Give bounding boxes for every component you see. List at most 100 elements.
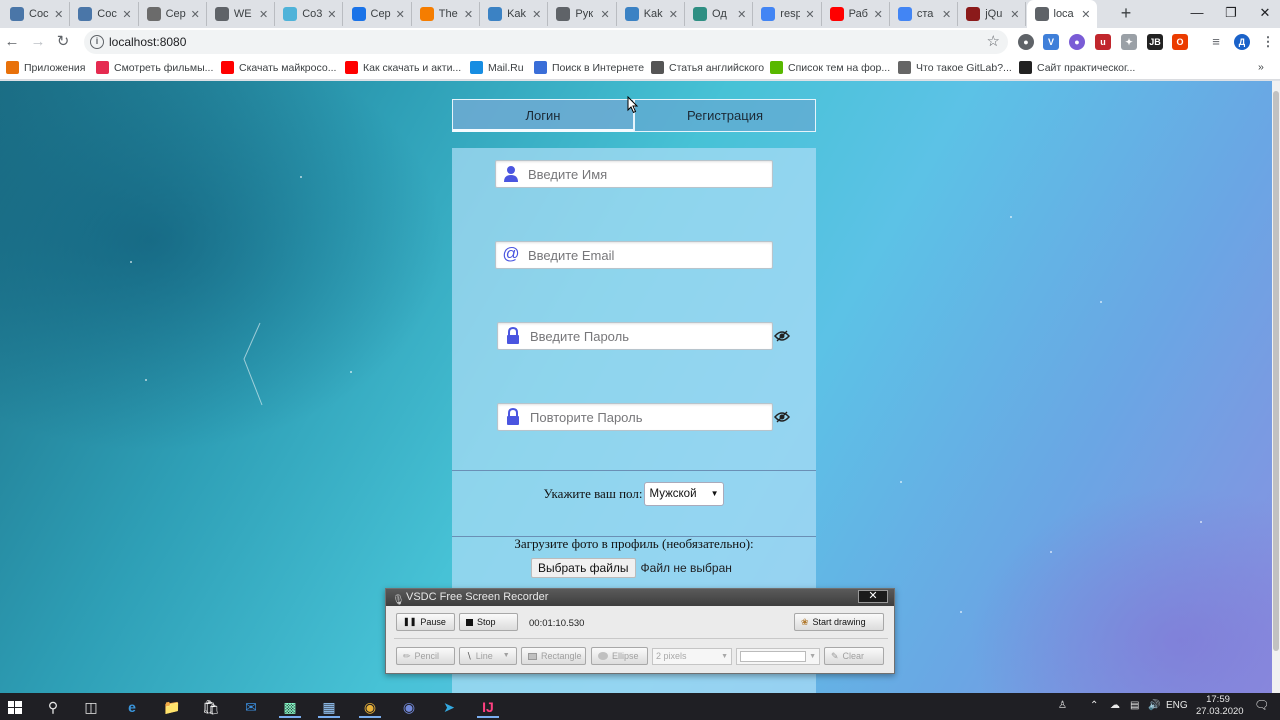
reload-button[interactable]: ↻	[53, 32, 73, 52]
ublock-icon[interactable]: u	[1095, 34, 1111, 50]
eye-toggle-icon[interactable]	[774, 411, 790, 423]
notifications-icon[interactable]: 🗨	[1254, 698, 1269, 712]
store-icon[interactable]: 🛍	[200, 696, 222, 718]
search-icon[interactable]: ⚲	[42, 696, 64, 718]
profile-avatar[interactable]: Д	[1234, 34, 1250, 50]
browser-tab[interactable]: Coc ✕	[70, 2, 139, 26]
close-tab-icon[interactable]: ✕	[532, 8, 541, 21]
telegram-icon[interactable]: ➤	[438, 696, 460, 718]
browser-tab[interactable]: Од ✕	[685, 2, 754, 26]
kebab-menu-icon[interactable]: ⋮	[1260, 34, 1276, 50]
pencil-button[interactable]: ✏ Pencil	[396, 647, 455, 665]
close-tab-icon[interactable]: ✕	[396, 8, 405, 21]
eye-toggle-icon[interactable]	[774, 330, 790, 342]
url-text[interactable]: localhost:8080	[109, 35, 186, 49]
email-input[interactable]	[528, 245, 764, 266]
ellipse-button[interactable]: Ellipse	[591, 647, 648, 665]
bookmark-item[interactable]: Поиск в Интернете	[534, 61, 644, 74]
clock[interactable]: 17:59 27.03.2020	[1196, 694, 1244, 718]
close-tab-icon[interactable]: ✕	[1010, 8, 1019, 21]
jetbrains-icon[interactable]: JB	[1147, 34, 1163, 50]
globe-extension-icon[interactable]: ●	[1018, 34, 1034, 50]
browser-tab[interactable]: Cep ✕	[344, 2, 412, 26]
clear-button[interactable]: ✎ Clear	[824, 647, 884, 665]
browser-tab[interactable]: jQu ✕	[958, 2, 1027, 26]
browser-tab[interactable]: loca ✕	[1026, 0, 1097, 28]
puzzle-extension-icon[interactable]: ✦	[1121, 34, 1137, 50]
recorder-app-icon[interactable]: ▦	[318, 696, 340, 718]
browser-tab[interactable]: WE ✕	[207, 2, 276, 26]
browser-tab[interactable]: Раб ✕	[822, 2, 890, 26]
line-button[interactable]: ∖ Line ▼	[459, 647, 517, 665]
rectangle-button[interactable]: Rectangle	[521, 647, 586, 665]
close-tab-icon[interactable]: ✕	[54, 8, 63, 21]
language-indicator[interactable]: ENG	[1166, 700, 1188, 711]
close-tab-icon[interactable]: ✕	[805, 8, 814, 21]
site-info-icon[interactable]: i	[90, 35, 104, 49]
bookmark-item[interactable]: Список тем на фор...	[770, 61, 890, 74]
name-input[interactable]	[528, 164, 764, 185]
close-tab-icon[interactable]: ✕	[327, 8, 336, 21]
close-tab-icon[interactable]: ✕	[191, 8, 200, 21]
close-window-button[interactable]: ✕	[1242, 0, 1280, 28]
recorder-titlebar[interactable]: 🎙 VSDC Free Screen Recorder ✕	[386, 589, 894, 606]
pause-button[interactable]: ❚❚ Pause	[396, 613, 455, 631]
task-view-icon[interactable]: ◫	[80, 696, 102, 718]
start-drawing-button[interactable]: ❀ Start drawing	[794, 613, 884, 631]
close-tab-icon[interactable]: ✕	[600, 8, 609, 21]
bookmark-item[interactable]: Скачать майкросо...	[221, 61, 336, 74]
browser-tab[interactable]: Рук ✕	[548, 2, 617, 26]
bookmark-item[interactable]: Mail.Ru	[470, 61, 524, 74]
new-tab-button[interactable]: +	[1116, 3, 1136, 24]
more-bookmarks-icon[interactable]: »	[1258, 61, 1264, 73]
close-tab-icon[interactable]: ✕	[942, 8, 951, 21]
stop-button[interactable]: Stop	[459, 613, 518, 631]
close-tab-icon[interactable]: ✕	[669, 8, 678, 21]
people-icon[interactable]: ♙	[1058, 700, 1067, 711]
mail-icon[interactable]: ✉	[240, 696, 262, 718]
browser-tab[interactable]: Kak ✕	[617, 2, 685, 26]
color-select[interactable]: ▼	[736, 648, 820, 665]
gender-select[interactable]: Мужской ▼	[644, 482, 725, 506]
browser-tab[interactable]: Kak ✕	[480, 2, 549, 26]
bookmark-item[interactable]: Сайт практическог...	[1019, 61, 1135, 74]
back-button[interactable]: ←	[2, 32, 22, 52]
close-tab-icon[interactable]: ✕	[259, 8, 268, 21]
terminal-app-icon[interactable]: ▩	[279, 696, 301, 718]
tab-register[interactable]: Регистрация	[634, 99, 816, 132]
close-tab-icon[interactable]: ✕	[1081, 8, 1090, 21]
file-explorer-icon[interactable]: 📁	[161, 696, 183, 718]
chevron-up-icon[interactable]: ⌃	[1090, 700, 1098, 711]
browser-tab[interactable]: resp ✕	[753, 2, 822, 26]
intellij-icon[interactable]: IJ	[477, 696, 499, 718]
close-tab-icon[interactable]: ✕	[737, 8, 746, 21]
bookmark-item[interactable]: Смотреть фильмы...	[96, 61, 213, 74]
office-icon[interactable]: O	[1172, 34, 1188, 50]
discord-icon[interactable]: ◉	[398, 696, 420, 718]
chrome-taskbar-icon[interactable]: ◉	[359, 696, 381, 718]
bookmark-item[interactable]: Что такое GitLab?...	[898, 61, 1012, 74]
bookmark-star-icon[interactable]: ☆	[987, 32, 1000, 50]
bookmark-item[interactable]: Статья английского	[651, 61, 764, 74]
forward-button[interactable]: →	[28, 32, 48, 52]
address-bar[interactable]: i localhost:8080 ☆	[84, 30, 1008, 54]
repeat-password-input[interactable]	[530, 407, 766, 428]
thickness-select[interactable]: 2 pixels ▼	[652, 648, 732, 665]
bookmark-item[interactable]: Как скачать и акти...	[345, 61, 461, 74]
scrollbar-thumb[interactable]	[1273, 91, 1279, 651]
tab-login[interactable]: Логин	[452, 99, 634, 132]
windows-start-icon[interactable]	[4, 696, 26, 718]
edge-icon[interactable]: e	[121, 696, 143, 718]
recorder-close-button[interactable]: ✕	[858, 590, 888, 603]
browser-tab[interactable]: Coc ✕	[2, 2, 71, 26]
v-extension-icon[interactable]: V	[1043, 34, 1059, 50]
bookmark-item[interactable]: Приложения	[6, 61, 85, 74]
close-tab-icon[interactable]: ✕	[874, 8, 883, 21]
network-icon[interactable]: ▤	[1130, 700, 1139, 711]
volume-icon[interactable]: 🔊	[1148, 700, 1160, 711]
onedrive-icon[interactable]: ☁	[1110, 700, 1120, 711]
close-tab-icon[interactable]: ✕	[464, 8, 473, 21]
close-tab-icon[interactable]: ✕	[122, 8, 131, 21]
browser-tab[interactable]: ста ✕	[890, 2, 959, 26]
password-input[interactable]	[530, 326, 766, 347]
